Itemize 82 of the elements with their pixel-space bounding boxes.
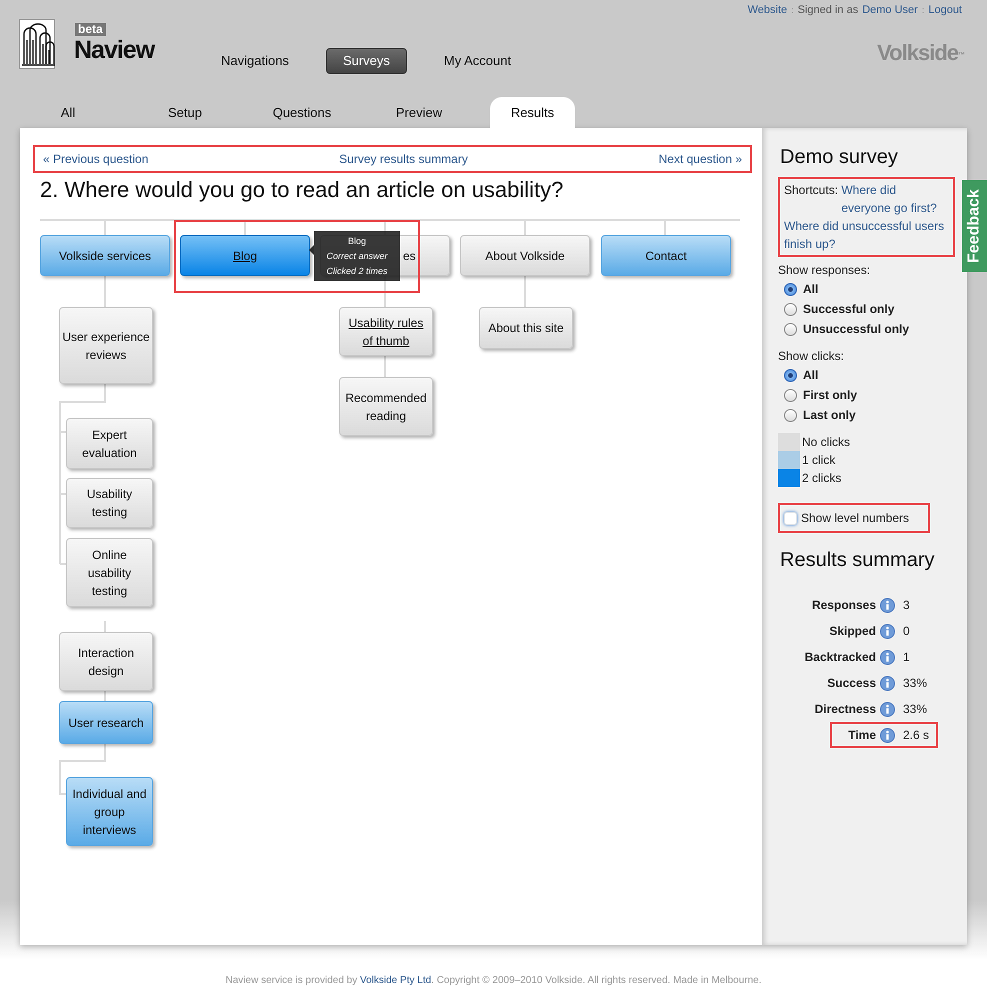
legend-label: 1 click [802, 452, 836, 469]
stat-value: 1 [903, 649, 910, 666]
logo-icon [19, 19, 55, 69]
radio-button[interactable] [784, 282, 797, 296]
stat-label: Time [847, 727, 876, 744]
stat-label: Directness [814, 701, 876, 718]
question-title: 2. Where would you go to read an article on usability? [40, 176, 564, 204]
stat-value: 0 [903, 623, 910, 640]
radio-button[interactable] [784, 368, 797, 382]
separator: : [922, 4, 924, 16]
radio-button[interactable] [784, 322, 797, 336]
info-icon[interactable] [880, 702, 895, 716]
radio-button[interactable] [784, 408, 797, 422]
footer-link[interactable]: Volkside Pty Ltd [360, 975, 432, 986]
stat-value: 33% [903, 675, 928, 692]
stat-label: Skipped [828, 623, 876, 640]
tree-node[interactable]: Online usability testing [66, 538, 153, 607]
stat-value: 3 [903, 597, 910, 614]
shortcut-link[interactable]: Where did unsuccessful users finish up? [784, 217, 949, 253]
nav-link[interactable]: Navigations [204, 48, 306, 74]
header-link[interactable]: Logout [928, 2, 962, 18]
stat-value: 33% [903, 701, 928, 718]
tree-node[interactable]: Volkside services [40, 235, 170, 276]
option-label: Successful only [803, 301, 894, 318]
tree-node[interactable]: Recommended reading [339, 377, 433, 436]
tree-node[interactable]: User research [59, 701, 153, 744]
nav-link[interactable]: My Account [426, 48, 528, 74]
checkbox[interactable] [784, 512, 797, 524]
tab[interactable]: Results [490, 97, 575, 128]
header-link[interactable]: Demo User [862, 2, 918, 18]
checkbox-label: Show level numbers [801, 510, 910, 527]
header-link[interactable]: Website [748, 2, 788, 18]
tab[interactable]: Preview [373, 97, 465, 128]
tree-node[interactable]: Usability testing [66, 478, 153, 528]
tree-node[interactable]: About this site [479, 307, 573, 349]
tree-node[interactable]: Usability rules of thumb [339, 307, 433, 356]
sidebar-title: Demo survey [780, 146, 899, 169]
tooltip-arrow [309, 245, 314, 255]
radio-button[interactable] [784, 302, 797, 316]
footer-text: Naview service is provided by Volkside Pty Ltd. Copyright © 2009–2010 Volkside. All rights reserved. Made in Melbourne. [224, 974, 762, 988]
legend-label: No clicks [802, 434, 850, 451]
signed-in-text: Signed in as [798, 3, 858, 18]
shortcut-link[interactable]: Where did everyone go first? [841, 181, 942, 217]
question-link[interactable]: Next question » [658, 150, 742, 168]
brand-logo: Volkside$^{™}$ [877, 40, 965, 66]
option-label: All [803, 281, 818, 298]
stat-value: 2.6 s [903, 727, 930, 744]
shortcuts-label: Shortcuts: [784, 183, 840, 197]
tab[interactable]: Setup [139, 97, 231, 128]
tab[interactable]: All [22, 97, 114, 128]
section-title: Results summary [780, 549, 936, 572]
stat-label: Success [826, 675, 876, 692]
app-name: Naview [74, 36, 154, 65]
tree-node[interactable]: About Volkside [460, 235, 590, 276]
tab[interactable]: Questions [256, 97, 348, 128]
stat-label: Backtracked [804, 649, 876, 666]
tree-node[interactable]: User experience reviews [59, 307, 153, 384]
info-icon[interactable] [880, 676, 895, 690]
group-label: Show responses: [778, 262, 872, 279]
info-icon[interactable] [880, 650, 895, 664]
tree-node[interactable]: Interaction design [59, 632, 153, 691]
tree-node[interactable]: Blog [180, 235, 310, 276]
legend-label: 2 clicks [802, 470, 842, 487]
group-label: Show clicks: [778, 348, 846, 365]
feedback-tab[interactable]: Feedback [962, 180, 987, 272]
beta-badge: beta [75, 23, 106, 36]
question-link[interactable]: Survey results summary [339, 150, 468, 168]
question-link[interactable]: « Previous question [43, 150, 148, 168]
separator: : [791, 4, 794, 16]
option-label: All [803, 367, 818, 384]
tree-node[interactable]: Contact [601, 235, 731, 276]
info-icon[interactable] [880, 598, 895, 612]
tree-node[interactable]: Individual and group interviews [66, 777, 153, 846]
info-icon[interactable] [880, 728, 895, 742]
nav-link[interactable]: Surveys [326, 48, 407, 74]
option-label: Unsuccessful only [803, 321, 910, 338]
stat-label: Responses [810, 597, 876, 614]
info-icon[interactable] [880, 624, 895, 638]
option-label: Last only [803, 407, 856, 424]
tree-node[interactable]: Expert evaluation [66, 418, 153, 469]
option-label: First only [803, 387, 858, 404]
radio-button[interactable] [784, 388, 797, 402]
